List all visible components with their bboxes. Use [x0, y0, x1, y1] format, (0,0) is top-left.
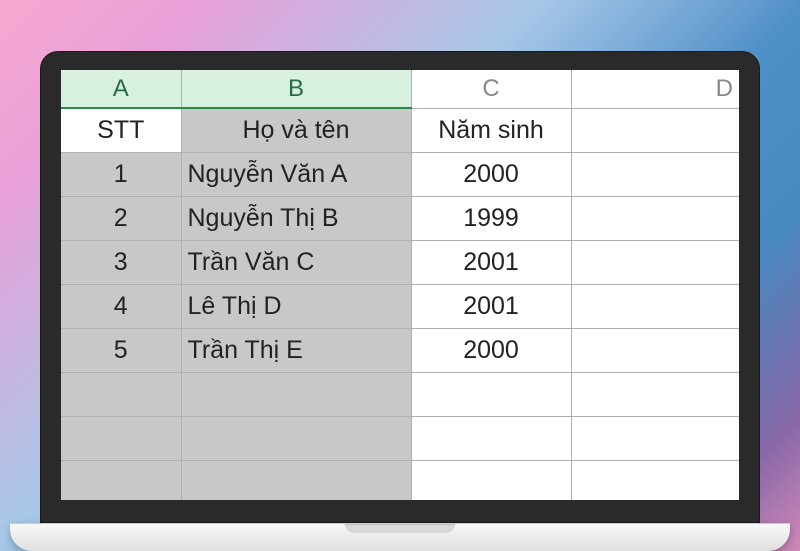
cell-empty[interactable] — [571, 372, 739, 416]
cell-empty[interactable] — [411, 416, 571, 460]
cell-header-year[interactable]: Năm sinh — [411, 108, 571, 152]
cell-header-stt[interactable]: STT — [61, 108, 181, 152]
laptop-notch — [345, 524, 455, 533]
spreadsheet-screen: A B C D STT Họ và tên Năm sinh 1 — [61, 70, 739, 500]
cell-name[interactable]: Nguyễn Thị B — [181, 196, 411, 240]
cell-empty[interactable] — [571, 328, 739, 372]
table-row: 4 Lê Thị D 2001 — [61, 284, 739, 328]
cell-year[interactable]: 2000 — [411, 328, 571, 372]
cell-name[interactable]: Nguyễn Văn A — [181, 152, 411, 196]
laptop-frame: A B C D STT Họ và tên Năm sinh 1 — [40, 51, 760, 551]
cell-stt[interactable]: 5 — [61, 328, 181, 372]
cell-header-name[interactable]: Họ và tên — [181, 108, 411, 152]
table-row: 5 Trần Thị E 2000 — [61, 328, 739, 372]
cell-empty[interactable] — [571, 416, 739, 460]
cell-empty[interactable] — [61, 372, 181, 416]
table-row — [61, 372, 739, 416]
cell-year[interactable]: 2000 — [411, 152, 571, 196]
cell-stt[interactable]: 1 — [61, 152, 181, 196]
cell-stt[interactable]: 4 — [61, 284, 181, 328]
cell-empty[interactable] — [181, 372, 411, 416]
cell-empty[interactable] — [181, 416, 411, 460]
table-row: 2 Nguyễn Thị B 1999 — [61, 196, 739, 240]
cell-year[interactable]: 1999 — [411, 196, 571, 240]
cell-empty[interactable] — [411, 372, 571, 416]
cell-year[interactable]: 2001 — [411, 284, 571, 328]
cell-name[interactable]: Trần Thị E — [181, 328, 411, 372]
col-header-a[interactable]: A — [61, 70, 181, 108]
cell-empty[interactable] — [571, 460, 739, 500]
screen-bezel: A B C D STT Họ và tên Năm sinh 1 — [40, 51, 760, 523]
column-header-row: A B C D — [61, 70, 739, 108]
cell-empty[interactable] — [411, 460, 571, 500]
cell-empty[interactable] — [61, 416, 181, 460]
spreadsheet-grid[interactable]: A B C D STT Họ và tên Năm sinh 1 — [61, 70, 739, 500]
table-row: 1 Nguyễn Văn A 2000 — [61, 152, 739, 196]
cell-empty[interactable] — [61, 460, 181, 500]
table-row — [61, 416, 739, 460]
cell-stt[interactable]: 3 — [61, 240, 181, 284]
cell-name[interactable]: Lê Thị D — [181, 284, 411, 328]
table-row: STT Họ và tên Năm sinh — [61, 108, 739, 152]
col-header-b[interactable]: B — [181, 70, 411, 108]
table-row — [61, 460, 739, 500]
cell-empty[interactable] — [571, 108, 739, 152]
cell-stt[interactable]: 2 — [61, 196, 181, 240]
cell-empty[interactable] — [571, 152, 739, 196]
col-header-d[interactable]: D — [571, 70, 739, 108]
cell-empty[interactable] — [571, 284, 739, 328]
cell-empty[interactable] — [181, 460, 411, 500]
cell-year[interactable]: 2001 — [411, 240, 571, 284]
cell-name[interactable]: Trần Văn C — [181, 240, 411, 284]
laptop-base — [10, 523, 790, 551]
cell-empty[interactable] — [571, 196, 739, 240]
table-row: 3 Trần Văn C 2001 — [61, 240, 739, 284]
cell-empty[interactable] — [571, 240, 739, 284]
col-header-c[interactable]: C — [411, 70, 571, 108]
